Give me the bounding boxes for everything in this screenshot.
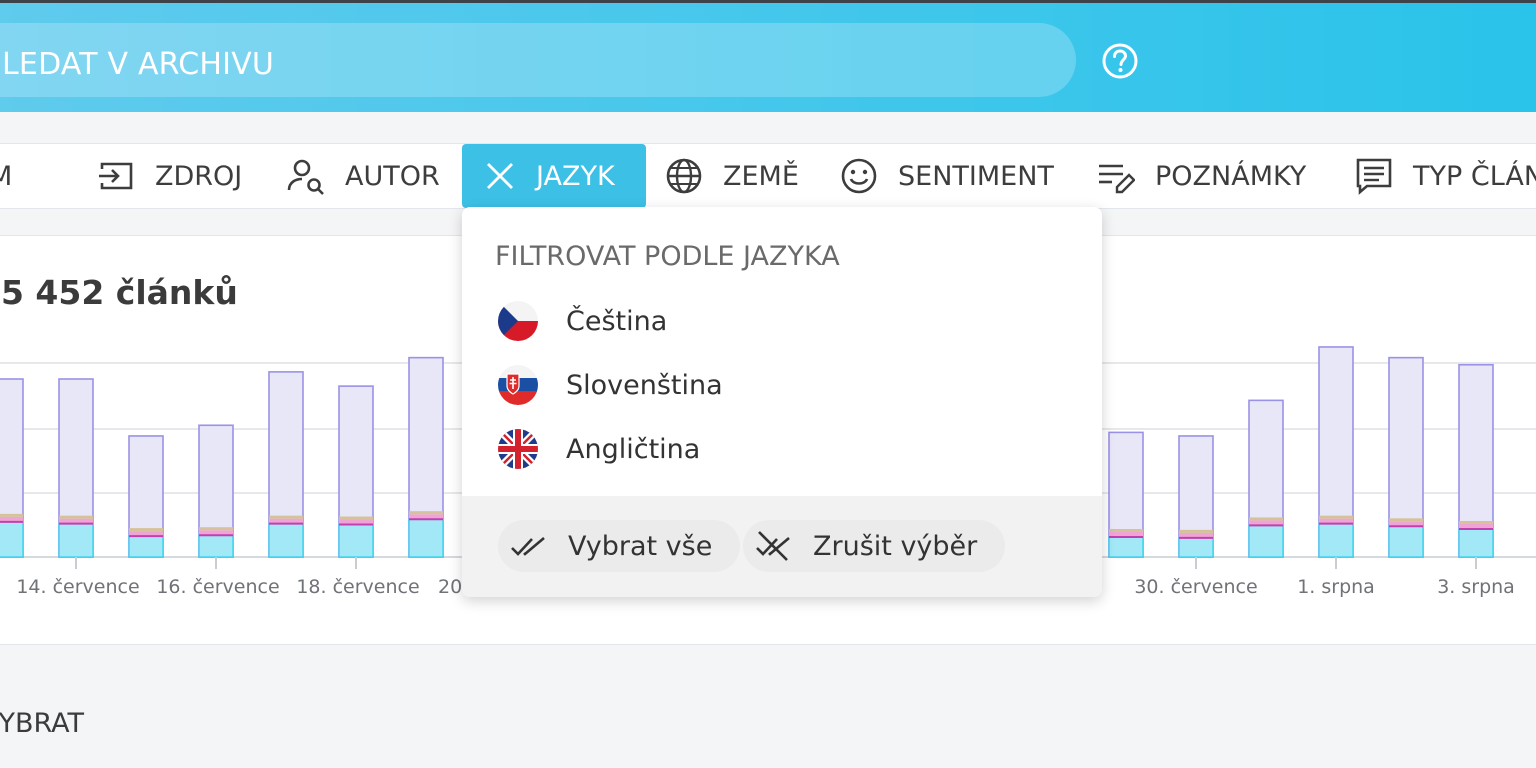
- filter-notes-label: POZNÁMKY: [1155, 160, 1307, 192]
- person-search-icon: [287, 159, 324, 195]
- chart-bar-segment-base: [268, 523, 304, 558]
- source-input-icon: [99, 162, 133, 190]
- filter-notes[interactable]: POZNÁMKY: [1097, 144, 1306, 208]
- chart-bar-segment-base: [338, 523, 374, 558]
- filter-author-label: AUTOR: [345, 160, 440, 192]
- top-bar: VYHLEDAT V ARCHIVU: [0, 0, 1536, 112]
- uk-flag-icon: [498, 429, 538, 469]
- chart-bar-segment-accent: [1179, 529, 1213, 533]
- filter-date-label: DATUM: [0, 161, 12, 192]
- language-option-slovak[interactable]: Slovenština: [498, 363, 723, 407]
- chart-tick-label: 14. července: [16, 576, 139, 598]
- filter-source-label: ZDROJ: [155, 160, 243, 192]
- chart-bar-segment-accent: [339, 516, 373, 520]
- chart-bar-segment-base: [1458, 528, 1494, 558]
- search-input[interactable]: VYHLEDAT V ARCHIVU: [0, 47, 274, 82]
- double-check-icon: [511, 537, 545, 556]
- chart-tick-label: 3. srpna: [1437, 576, 1515, 598]
- chart-bar-segment-accent: [269, 515, 303, 519]
- language-option-label: Angličtina: [566, 433, 701, 465]
- filter-toolbar: DATUM ZDROJ AUTOR JAZYK ZEMĚ: [0, 143, 1536, 209]
- select-all-button[interactable]: Vybrat vše: [498, 520, 741, 572]
- chart-bar-segment-accent: [1319, 515, 1353, 519]
- chart-bar-segment-base: [0, 521, 24, 558]
- chart-bar-segment-accent: [129, 528, 163, 532]
- slovak-flag-icon: [498, 365, 538, 405]
- chart-tick-label: 16. července: [156, 576, 279, 598]
- filter-sentiment[interactable]: SENTIMENT: [840, 144, 1054, 208]
- chart-bar-segment-accent: [199, 527, 233, 531]
- chart-bar-segment-accent: [1109, 528, 1143, 532]
- chart-bar-segment-base: [58, 523, 94, 558]
- chart-bar-segment-base: [1248, 524, 1284, 558]
- filter-author[interactable]: AUTOR: [287, 144, 440, 208]
- help-button[interactable]: [1100, 41, 1140, 81]
- chart-bar-segment-base: [128, 535, 164, 558]
- filter-article-type[interactable]: TYP ČLÁNKU: [1355, 144, 1536, 208]
- filter-language-active[interactable]: JAZYK: [462, 144, 646, 208]
- filter-date[interactable]: DATUM: [0, 144, 12, 208]
- dropdown-title: FILTROVAT PODLE JAZYKA: [495, 241, 840, 272]
- deselect-all-label: Zrušit výběr: [813, 530, 978, 562]
- language-filter-dropdown: FILTROVAT PODLE JAZYKA Čeština Slovenšti…: [462, 207, 1102, 597]
- select-all-label: Vybrat vše: [568, 530, 713, 562]
- chart-bar-segment-accent: [1389, 518, 1423, 522]
- language-option-english[interactable]: Angličtina: [498, 427, 700, 471]
- chart-bar-segment-base: [1318, 523, 1354, 558]
- chart-bar-segment-accent: [409, 511, 443, 515]
- language-option-czech[interactable]: Čeština: [498, 299, 667, 343]
- filter-language-label: JAZYK: [536, 160, 615, 192]
- help-circle-icon: [1102, 43, 1138, 79]
- chart-bar-segment-base: [1388, 525, 1424, 558]
- filter-source[interactable]: ZDROJ: [97, 144, 242, 208]
- notes-edit-icon: [1099, 164, 1135, 194]
- filter-article-type-label: TYP ČLÁNKU: [1413, 160, 1536, 192]
- remove-done-icon: [756, 531, 790, 561]
- chart-bar-segment-base: [1108, 536, 1144, 558]
- czech-flag-icon: [498, 301, 538, 341]
- language-option-label: Slovenština: [566, 369, 723, 401]
- filter-sentiment-label: SENTIMENT: [898, 160, 1054, 192]
- chart-bar-segment-accent: [1249, 517, 1283, 521]
- language-option-label: Čeština: [566, 305, 668, 337]
- chart-bar-segment-base: [198, 534, 234, 558]
- chart-bar-segment-accent: [59, 515, 93, 519]
- archive-search-bar[interactable]: VYHLEDAT V ARCHIVU: [0, 23, 1076, 97]
- filter-country-label: ZEMĚ: [723, 160, 799, 192]
- close-icon[interactable]: [484, 160, 516, 192]
- chart-bar-segment-base: [1178, 537, 1214, 558]
- filter-country[interactable]: ZEMĚ: [665, 144, 799, 208]
- chart-tick-label: 1. srpna: [1297, 576, 1375, 598]
- chart-bar-segment-accent: [1459, 520, 1493, 524]
- deselect-all-button[interactable]: Zrušit výběr: [743, 520, 1006, 572]
- chart-tick-label: 18. července: [296, 576, 419, 598]
- globe-icon: [666, 158, 702, 194]
- chart-bar-segment-base: [408, 518, 444, 558]
- section-label: VYBRAT: [0, 708, 85, 739]
- dropdown-footer: Vybrat vše Zrušit výběr: [462, 496, 1102, 597]
- chart-tick-label: 30. července: [1134, 576, 1257, 598]
- article-type-icon: [1356, 158, 1392, 195]
- chart-bar-segment-accent: [0, 513, 23, 517]
- smiley-icon: [841, 158, 877, 194]
